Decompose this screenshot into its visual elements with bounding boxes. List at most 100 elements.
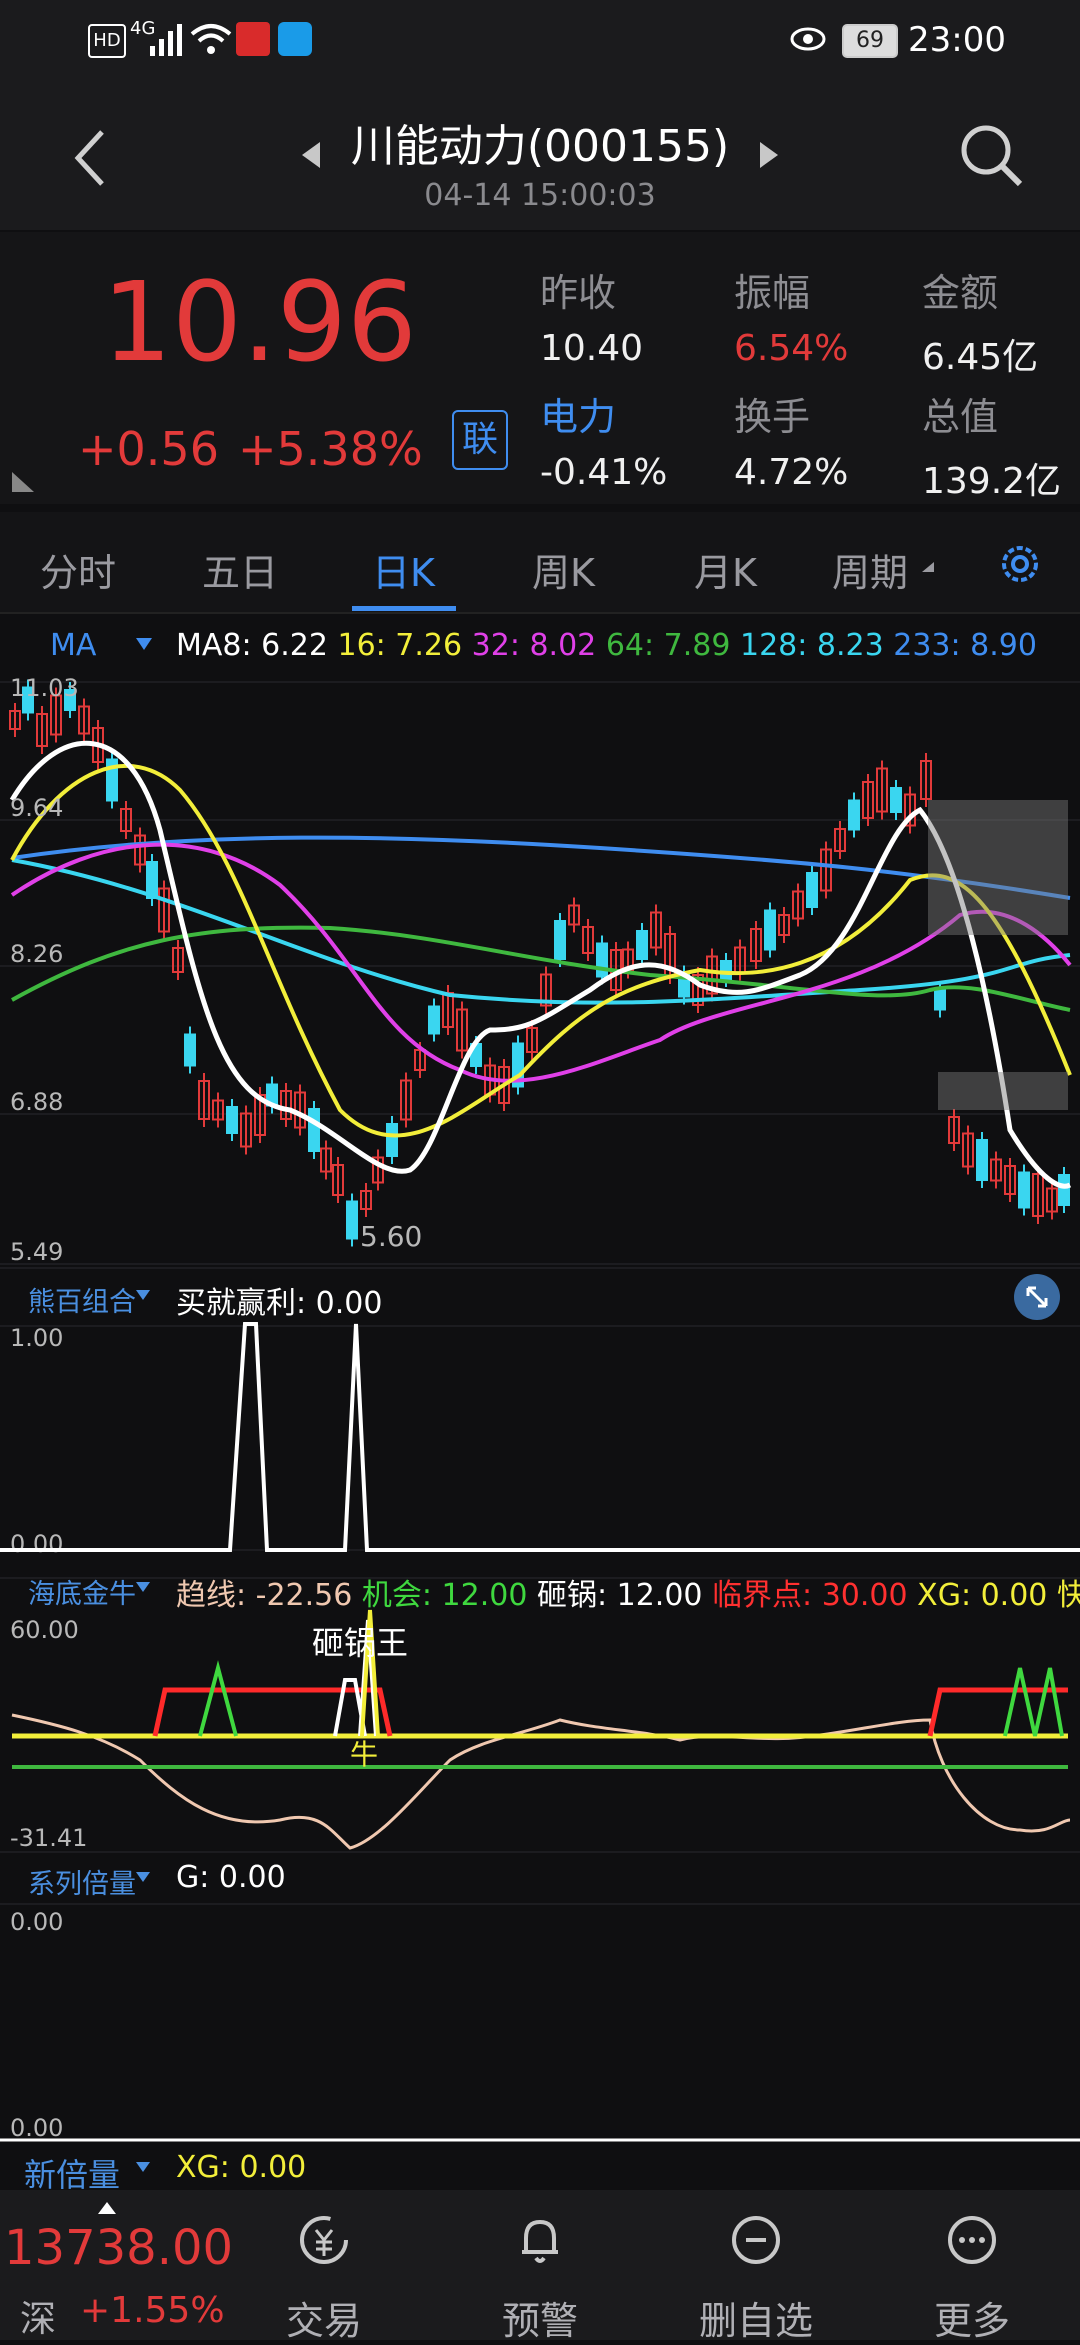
y-tick-label: -31.41 xyxy=(10,1824,87,1852)
battery-icon: 69 xyxy=(842,24,898,58)
stat-value: 6.54% xyxy=(734,328,849,369)
y-tick-label: 6.88 xyxy=(10,1088,63,1116)
candle-body xyxy=(806,872,818,908)
price-change-pct: +5.38% xyxy=(238,422,423,476)
candle-body xyxy=(636,930,648,960)
price-change: +0.56 xyxy=(78,422,219,476)
alert-button[interactable]: 预警 xyxy=(460,2290,620,2345)
stat-value: 139.2亿 xyxy=(922,461,1062,502)
page-title: 川能动力(000155) xyxy=(350,121,730,172)
signal-annotation: 砸锅王 xyxy=(312,1624,408,1662)
hd-icon: HD xyxy=(88,24,126,58)
tab-weekly-k[interactable]: 周K xyxy=(532,542,595,597)
candle-body xyxy=(346,1200,358,1240)
tab-monthly-k[interactable]: 月K xyxy=(694,542,757,597)
bell-icon[interactable] xyxy=(512,2212,568,2268)
stat-value: 4.72% xyxy=(734,452,849,493)
candle-body xyxy=(596,942,608,978)
stat-label: 昨收 xyxy=(540,271,617,315)
highlight-zone xyxy=(928,800,1068,935)
update-time: 04-14 15:00:03 xyxy=(424,178,656,213)
period-tabs: 分时 五日 日K 周K 月K 周期 xyxy=(0,512,1080,614)
search-icon[interactable] xyxy=(958,122,1024,188)
eye-icon xyxy=(790,27,826,51)
candle-body xyxy=(1018,1171,1030,1209)
y-tick-label: 0.00 xyxy=(10,2114,63,2142)
candle-body xyxy=(386,1123,398,1157)
up-arrow-icon xyxy=(98,2202,116,2214)
tab-five-day[interactable]: 五日 xyxy=(202,542,278,597)
candle-body xyxy=(934,989,946,1011)
candle-body xyxy=(976,1139,988,1181)
y-tick-label: 1.00 xyxy=(10,1324,63,1352)
indicator-selector[interactable]: 系列倍量 xyxy=(28,1862,136,1901)
signal-icon xyxy=(150,24,182,56)
corner-triangle-icon xyxy=(12,472,34,492)
indicator-selector[interactable]: 海底金牛 xyxy=(28,1572,136,1611)
tab-daily-k[interactable]: 日K xyxy=(372,542,435,597)
kline-chart[interactable]: 11.03 9.64 8.26 6.88 5.49 5.60 1.00 0.00… xyxy=(0,612,1080,2190)
signal-annotation: 牛 xyxy=(350,1738,378,1771)
expand-icon[interactable] xyxy=(1014,1274,1060,1320)
candle-body xyxy=(764,909,776,951)
y-tick-label: 9.64 xyxy=(10,794,63,822)
trade-icon[interactable] xyxy=(296,2212,352,2268)
dropdown-icon[interactable] xyxy=(134,1870,152,1884)
stat-label: 总值 xyxy=(922,395,999,439)
main-grid xyxy=(0,681,1080,1265)
indicator-values: 趋线: -22.56 机会: 12.00 砸锅: 12.00 临界点: 30.0… xyxy=(176,1570,1080,1614)
candle-body xyxy=(308,1108,320,1152)
status-bar: HD 4G 69 23:00 xyxy=(0,0,1080,80)
indicator-value: XG: 0.00 xyxy=(176,2150,307,2185)
y-tick-label: 0.00 xyxy=(10,1530,63,1558)
indicator-value: 买就赢利: 0.00 xyxy=(176,1286,383,1321)
candle-body xyxy=(890,787,902,813)
link-badge[interactable]: 联 xyxy=(452,410,508,470)
stat-value: 6.45亿 xyxy=(922,337,1039,378)
candle-body xyxy=(554,920,566,960)
stat-label: 金额 xyxy=(922,271,999,315)
y-tick-label: 0.00 xyxy=(10,1908,63,1936)
dropdown-icon[interactable] xyxy=(134,1288,152,1302)
trend-value: 趋线: -22.56 xyxy=(176,1578,353,1613)
highlight-zone xyxy=(938,1072,1068,1110)
index-value[interactable]: 13738.00 xyxy=(4,2220,233,2276)
active-tab-indicator xyxy=(352,606,456,611)
dropdown-icon[interactable] xyxy=(134,1580,152,1594)
gear-icon[interactable] xyxy=(996,540,1044,588)
more-button[interactable]: 更多 xyxy=(892,2290,1052,2345)
tab-period[interactable]: 周期 xyxy=(832,542,908,597)
indicator-value: G: 0.00 xyxy=(176,1860,286,1895)
buy-signal-line xyxy=(0,1322,1080,1552)
clock: 23:00 xyxy=(908,20,1006,60)
y-tick-label: 8.26 xyxy=(10,940,63,968)
indicator-selector[interactable]: 熊百组合 xyxy=(28,1280,136,1319)
next-stock-icon[interactable] xyxy=(758,140,780,170)
last-price: 10.96 xyxy=(102,258,417,386)
y-tick-label: 60.00 xyxy=(10,1616,79,1644)
smash-value: 砸锅: 12.00 xyxy=(536,1578,703,1613)
trade-button[interactable]: 交易 xyxy=(244,2290,404,2345)
critical-value: 临界点: 30.00 xyxy=(712,1578,908,1613)
app-notify-icon xyxy=(236,22,270,56)
dropdown-icon[interactable] xyxy=(134,2160,152,2174)
sector-link[interactable]: 电力 xyxy=(540,386,616,441)
candle-body xyxy=(720,960,732,980)
more-icon[interactable] xyxy=(944,2212,1000,2268)
candle-body xyxy=(428,1005,440,1035)
candle-body xyxy=(184,1033,196,1067)
low-price-annotation: 5.60 xyxy=(360,1220,422,1253)
y-tick-label: 11.03 xyxy=(10,674,79,702)
remove-watchlist-icon[interactable] xyxy=(728,2212,784,2268)
index-name: 深 xyxy=(20,2299,57,2340)
candle-body xyxy=(226,1106,238,1134)
remove-watchlist-button[interactable]: 删自选 xyxy=(676,2290,836,2345)
ma8-line xyxy=(9,740,1072,1189)
tab-intraday[interactable]: 分时 xyxy=(40,542,116,597)
xg-value: XG: 0.00 xyxy=(917,1578,1048,1613)
bulb-icon xyxy=(278,22,312,56)
stat-label: 换手 xyxy=(734,395,811,439)
stat-value: 10.40 xyxy=(540,328,644,369)
wifi-icon xyxy=(190,24,232,54)
candle-body xyxy=(1058,1174,1070,1206)
